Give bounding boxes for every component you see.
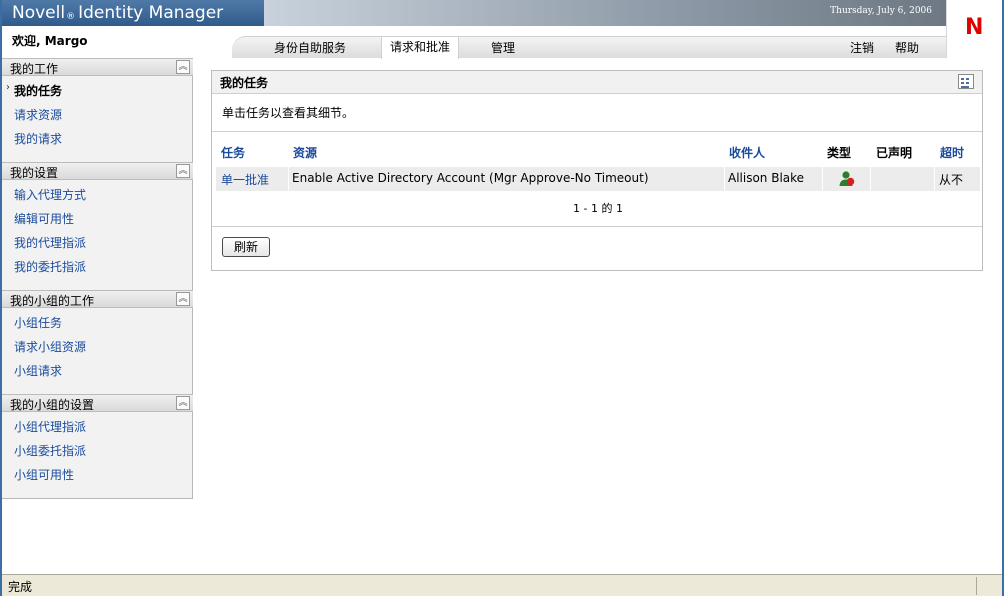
column-header-resource[interactable]: 资源 xyxy=(293,144,317,161)
sidebar-section-header: 我的设置 ︽ xyxy=(2,162,193,180)
status-text: 完成 xyxy=(8,580,33,594)
sidebar-section-header: 我的小组的工作 ︽ xyxy=(2,290,193,308)
logout-link[interactable]: 注销 xyxy=(850,39,874,56)
sidebar: 我的工作 ︽ 我的任务 请求资源 我的请求 我的设置 ︽ 输入代理方式 编辑可用… xyxy=(2,58,193,499)
collapse-up-icon[interactable]: ︽ xyxy=(176,396,190,410)
brand-product: Identity Manager xyxy=(78,3,224,23)
status-bar: 完成 xyxy=(2,574,1002,596)
sidebar-section-my-work: 我的工作 ︽ 我的任务 请求资源 我的请求 xyxy=(2,58,193,158)
collapse-up-icon[interactable]: ︽ xyxy=(176,60,190,74)
novell-logo-letter: N xyxy=(965,15,984,40)
sidebar-section-header: 我的小组的设置 ︽ xyxy=(2,394,193,412)
table-row[interactable]: 单一批准 Enable Active Directory Account (Mg… xyxy=(216,167,980,191)
sidebar-item-team-tasks[interactable]: 小组任务 xyxy=(14,314,62,331)
recipient-name: Allison Blake xyxy=(728,171,805,185)
app-header: Novell® Identity Manager Thursday, July 6… xyxy=(2,0,1002,59)
help-link[interactable]: 帮助 xyxy=(895,39,919,56)
sidebar-item-request-resources[interactable]: 请求资源 xyxy=(14,106,62,123)
column-header-type: 类型 xyxy=(827,146,852,160)
sidebar-section-title: 我的工作 xyxy=(10,62,59,76)
tab-administration[interactable]: 管理 xyxy=(491,39,515,56)
sidebar-item-request-team-resources[interactable]: 请求小组资源 xyxy=(14,338,86,355)
panel-header: 我的任务 xyxy=(212,71,982,94)
my-tasks-panel: 我的任务 单击任务以查看其细节。 任务 资源 收件人 类型 已声明 超时 单一批… xyxy=(211,70,983,271)
sidebar-item-team-requests[interactable]: 小组请求 xyxy=(14,362,62,379)
timeout-value: 从不 xyxy=(939,173,964,187)
sidebar-section-my-settings: 我的设置 ︽ 输入代理方式 编辑可用性 我的代理指派 我的委托指派 xyxy=(2,162,193,286)
sidebar-item-team-delegate-assignments[interactable]: 小组委托指派 xyxy=(14,442,86,459)
welcome-row: 欢迎, Margo 身份自助服务 请求和批准 管理 注销 帮助 xyxy=(2,26,946,59)
sidebar-section-title: 我的小组的设置 xyxy=(10,398,95,412)
collapse-up-icon[interactable]: ︽ xyxy=(176,292,190,306)
novell-logo: N xyxy=(946,0,1002,58)
brand-name: Novell xyxy=(12,3,66,23)
sidebar-section-header: 我的工作 ︽ xyxy=(2,58,193,76)
tab-requests-approvals[interactable]: 请求和批准 xyxy=(381,37,460,59)
sidebar-item-my-tasks[interactable]: 我的任务 xyxy=(6,82,62,99)
customize-columns-icon[interactable] xyxy=(958,74,974,89)
column-header-claimed: 已声明 xyxy=(876,146,913,160)
status-separator xyxy=(976,577,977,595)
user-role-icon xyxy=(838,170,856,190)
header-date: Thursday, July 6, 2006 xyxy=(830,6,932,16)
sidebar-item-my-delegate-assignments[interactable]: 我的委托指派 xyxy=(14,258,86,275)
collapse-up-icon[interactable]: ︽ xyxy=(176,164,190,178)
sidebar-item-team-proxy-assignments[interactable]: 小组代理指派 xyxy=(14,418,86,435)
column-header-recipient[interactable]: 收件人 xyxy=(729,144,765,161)
resource-name: Enable Active Directory Account (Mgr App… xyxy=(292,171,649,185)
registered-mark: ® xyxy=(66,12,76,22)
divider xyxy=(212,226,982,227)
header-banner: Thursday, July 6, 2006 xyxy=(264,0,946,26)
tab-identity-self-service[interactable]: 身份自助服务 xyxy=(274,39,346,56)
sidebar-section-team-settings: 我的小组的设置 ︽ 小组代理指派 小组委托指派 小组可用性 xyxy=(2,394,193,494)
column-header-task[interactable]: 任务 xyxy=(221,144,245,161)
welcome-text: 欢迎, Margo xyxy=(12,34,88,48)
instructions-text: 单击任务以查看其细节。 xyxy=(212,94,982,132)
sidebar-item-enter-proxy-mode[interactable]: 输入代理方式 xyxy=(14,186,86,203)
sidebar-item-team-availability[interactable]: 小组可用性 xyxy=(14,466,74,483)
sidebar-section-team-work: 我的小组的工作 ︽ 小组任务 请求小组资源 小组请求 xyxy=(2,290,193,390)
sidebar-section-title: 我的设置 xyxy=(10,166,59,180)
sidebar-item-edit-availability[interactable]: 编辑可用性 xyxy=(14,210,74,227)
sidebar-item-my-requests[interactable]: 我的请求 xyxy=(14,130,62,147)
brand-title: Novell® Identity Manager xyxy=(2,0,264,26)
task-name-link[interactable]: 单一批准 xyxy=(221,171,269,188)
column-header-timeout[interactable]: 超时 xyxy=(940,144,964,161)
sidebar-item-my-proxy-assignments[interactable]: 我的代理指派 xyxy=(14,234,86,251)
sidebar-section-title: 我的小组的工作 xyxy=(10,294,95,308)
refresh-button[interactable]: 刷新 xyxy=(222,237,270,257)
panel-title: 我的任务 xyxy=(220,76,269,90)
pagination-text: 1 - 1 的 1 xyxy=(573,202,623,215)
